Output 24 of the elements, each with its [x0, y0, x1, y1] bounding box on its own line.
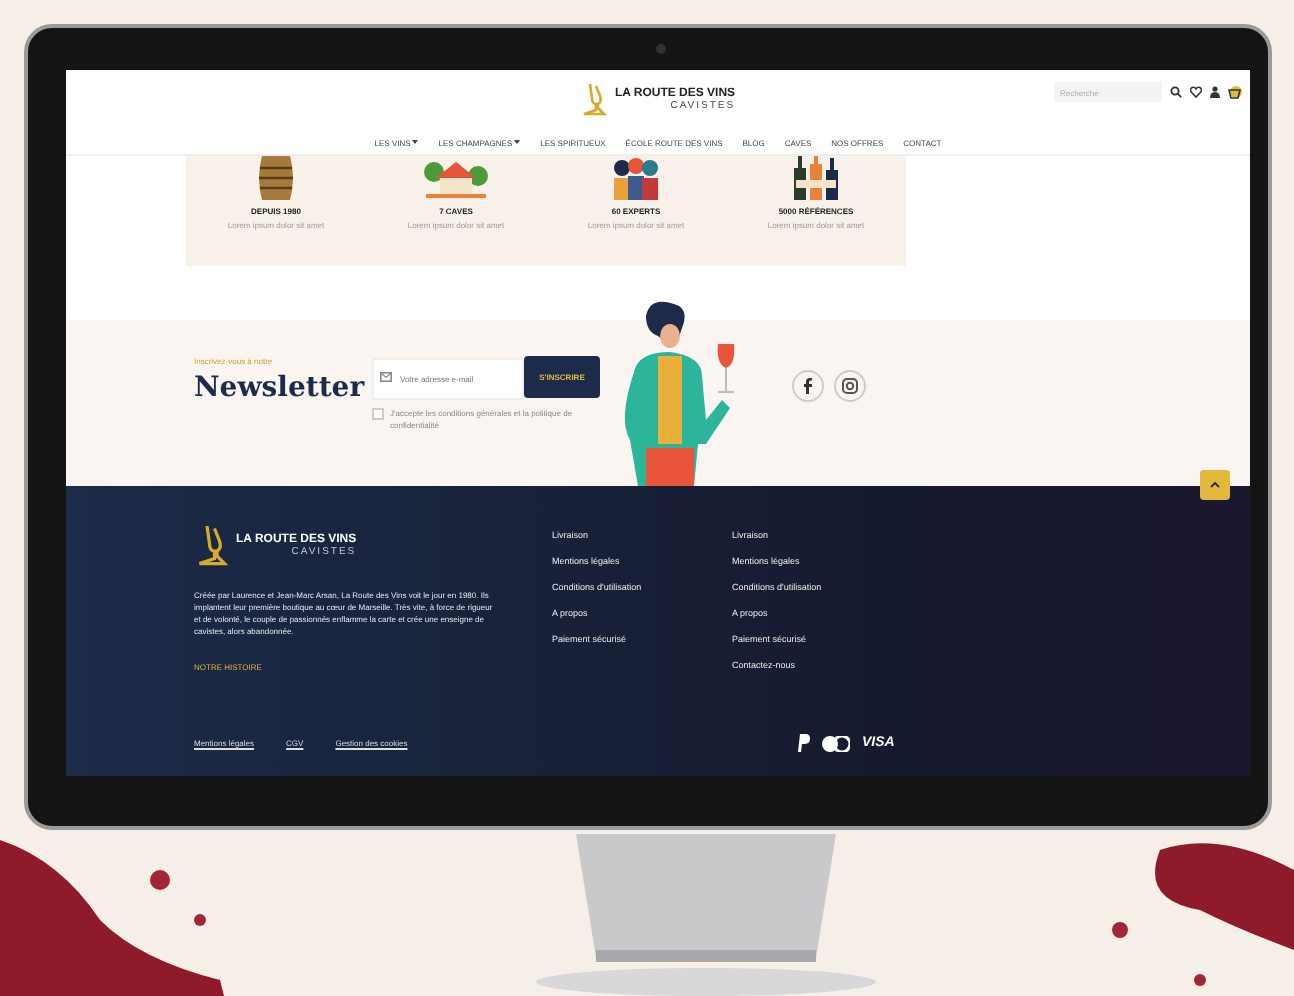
consent-checkbox[interactable] — [372, 408, 384, 420]
bottles-icon — [790, 156, 842, 200]
heart-icon[interactable] — [1190, 86, 1202, 98]
mail-icon — [380, 372, 392, 382]
instagram-button[interactable] — [834, 370, 866, 402]
people-icon — [610, 156, 662, 200]
glass-logo-icon — [194, 526, 230, 566]
caret-icon — [412, 140, 419, 144]
search-icon[interactable] — [1170, 86, 1182, 98]
user-icon[interactable] — [1210, 86, 1220, 98]
instagram-icon — [842, 378, 858, 394]
glass-logo-icon — [580, 84, 609, 116]
house-icon — [422, 156, 490, 200]
facebook-button[interactable] — [792, 370, 824, 402]
caret-icon — [514, 140, 521, 144]
chevron-up-icon — [1210, 482, 1220, 488]
newsletter-title: Newsletter — [194, 372, 367, 404]
scroll-top-button[interactable] — [1200, 470, 1230, 500]
cart-icon[interactable] — [1228, 85, 1242, 99]
paypal-icon — [796, 734, 810, 752]
camera-dot — [656, 44, 666, 54]
facebook-icon — [804, 378, 812, 394]
barrel-icon — [256, 156, 296, 200]
card-logo-icon — [822, 735, 850, 751]
